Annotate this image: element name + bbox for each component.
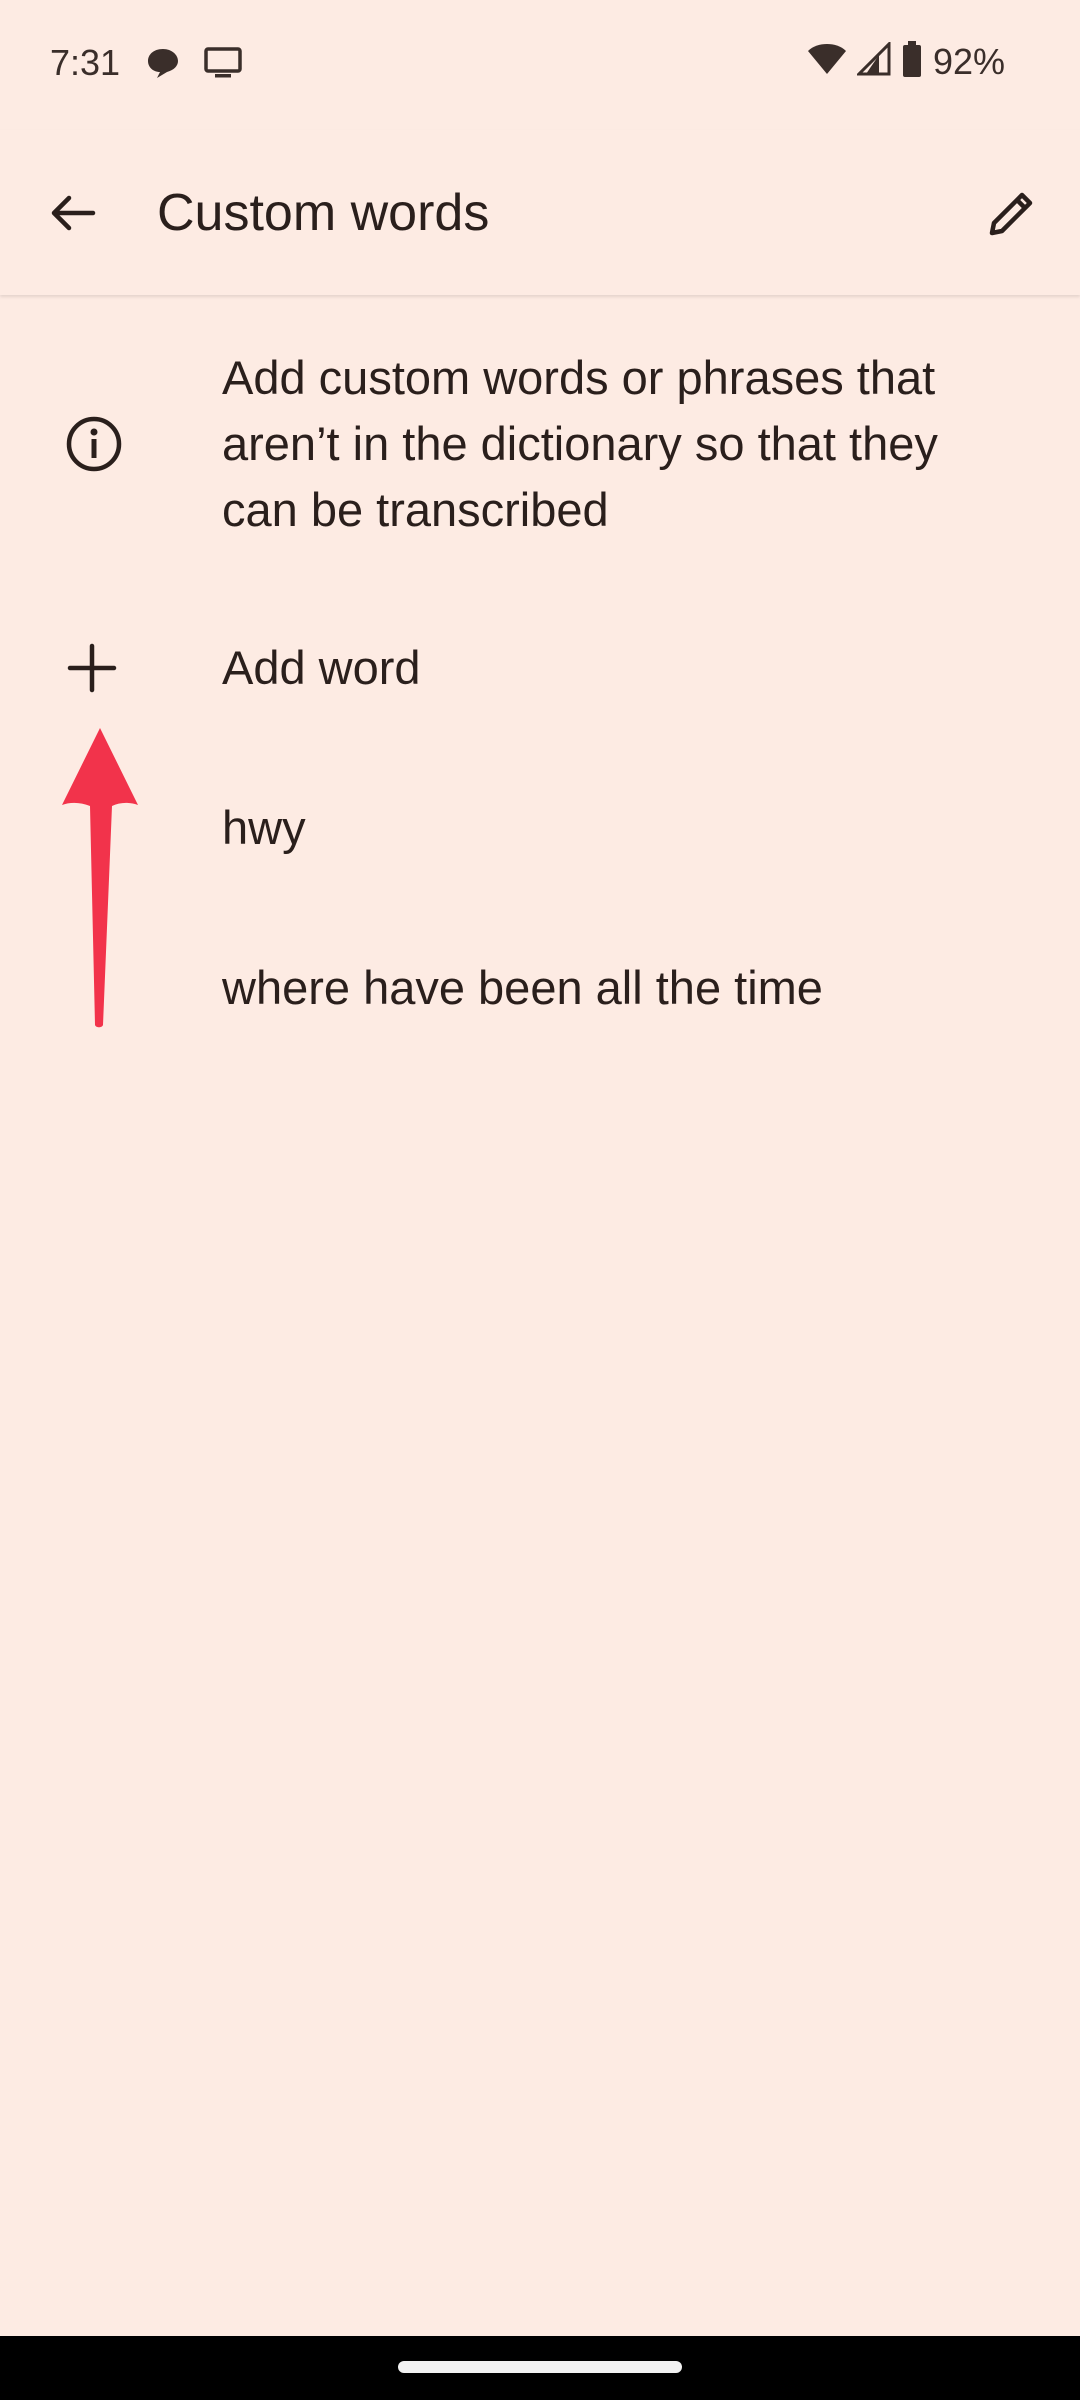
info-row: Add custom words or phrases that aren’t … (0, 340, 1080, 540)
cast-screen-icon (203, 46, 243, 85)
signal-icon (855, 40, 891, 81)
edit-button[interactable] (979, 180, 1045, 246)
status-time: 7:31 (50, 42, 121, 83)
add-word-button[interactable]: Add word (0, 608, 1080, 728)
status-system-icons: 92% (807, 40, 1005, 83)
arrow-back-icon (51, 195, 96, 231)
annotation-arrow-icon (62, 728, 138, 1028)
page-title: Custom words (157, 184, 490, 242)
chat-bubble-icon (145, 46, 181, 85)
word-label: where have been all the time (222, 961, 823, 1014)
battery-icon (901, 40, 923, 83)
list-item[interactable]: hwy (0, 768, 1080, 888)
back-button[interactable] (40, 180, 106, 246)
info-text: Add custom words or phrases that aren’t … (222, 351, 938, 536)
app-bar: Custom words (0, 130, 1080, 295)
navigation-bar (0, 2336, 1080, 2400)
wifi-icon (807, 42, 847, 81)
plus-icon (67, 643, 117, 693)
word-label: hwy (222, 801, 306, 854)
add-word-label: Add word (222, 641, 421, 694)
status-bar: 7:31 92% (0, 0, 1080, 130)
gesture-handle[interactable] (398, 2361, 682, 2373)
status-notification-icons (145, 46, 243, 85)
battery-percent: 92% (932, 40, 1005, 82)
info-icon (66, 416, 122, 472)
pencil-icon (989, 192, 1033, 236)
list-item[interactable]: where have been all the time (0, 928, 1080, 1048)
